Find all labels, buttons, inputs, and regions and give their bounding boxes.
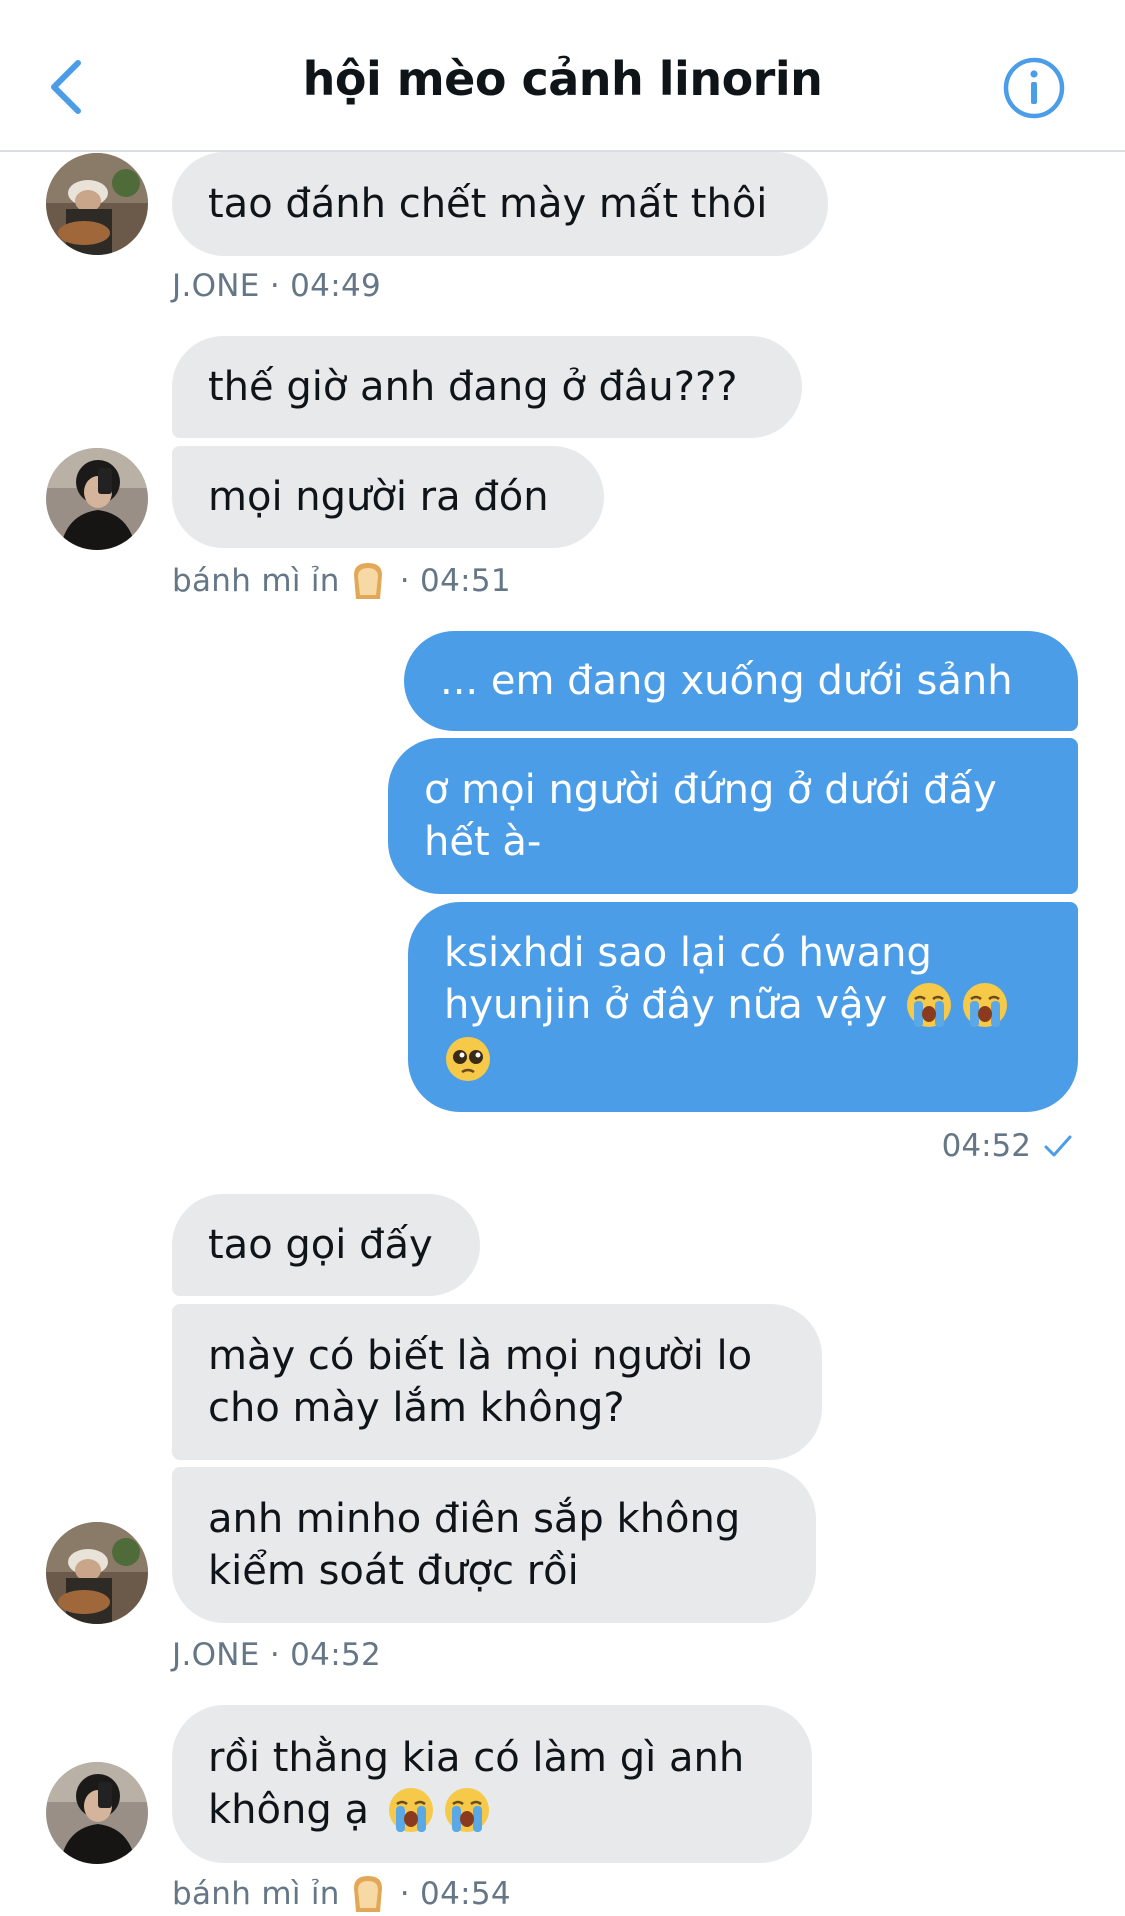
message-bubble-incoming[interactable]: anh minho điên sắp không kiểm soát được … <box>172 1467 816 1623</box>
conversation-title: hội mèo cảnh linorin <box>302 52 823 106</box>
message-text-line: không ạ <box>208 1784 744 1836</box>
message-bubble-incoming[interactable]: rồi thằng kia có làm gì anh không ạ <box>172 1705 812 1863</box>
message-text: thế giờ anh đang ở đâu??? <box>208 364 738 410</box>
loudly-crying-face-emoji <box>907 983 952 1027</box>
info-icon <box>1003 57 1065 119</box>
message-time: · 04:49 <box>269 268 381 304</box>
message-text: mày có biết là mọi người lo cho mày lắm … <box>208 1333 753 1431</box>
message-text: mọi người ra đón <box>208 474 549 520</box>
avatar-jone[interactable] <box>46 1522 148 1624</box>
message-time: · 04:54 <box>399 1876 511 1912</box>
message-time: · 04:52 <box>269 1637 381 1673</box>
message-text: tao gọi đấy <box>208 1222 433 1268</box>
message-meta: J.ONE · 04:52 <box>172 1637 381 1673</box>
sender-name[interactable]: bánh mì ỉn <box>172 1876 340 1912</box>
message-meta-outgoing: 04:52 <box>942 1128 1073 1164</box>
pleading-face-emoji <box>446 1037 490 1081</box>
message-text: ơ mọi người đứng ở dưới đấy hết à- <box>424 767 997 865</box>
avatar-banh-mi-in[interactable] <box>46 448 148 550</box>
avatar-banh-mi-in[interactable] <box>46 1762 148 1864</box>
message-meta: bánh mì ỉn · 04:51 <box>172 561 511 601</box>
message-text-line <box>444 1031 1013 1087</box>
message-text-line: hyunjin ở đây nữa vậy <box>444 979 1013 1031</box>
message-text: ... em đang xuống dưới sảnh <box>440 658 1013 704</box>
message-text: ksixhdi sao lại có hwang hyunjin ở đây n… <box>444 927 1013 1087</box>
info-button[interactable] <box>1000 54 1068 122</box>
message-meta: J.ONE · 04:49 <box>172 268 381 304</box>
message-text: rồi thằng kia có làm gì anh không ạ <box>208 1732 744 1836</box>
sender-name[interactable]: J.ONE <box>172 268 260 304</box>
checkmark-icon <box>1044 1135 1072 1157</box>
loudly-crying-face-emoji <box>388 1788 433 1832</box>
loudly-crying-face-emoji <box>963 983 1008 1027</box>
sender-name[interactable]: bánh mì ỉn <box>172 563 340 599</box>
message-bubble-incoming[interactable]: thế giờ anh đang ở đâu??? <box>172 336 802 438</box>
message-meta: bánh mì ỉn · 04:54 <box>172 1874 511 1914</box>
sender-name[interactable]: J.ONE <box>172 1637 260 1673</box>
avatar-jone[interactable] <box>46 153 148 255</box>
message-bubble-incoming[interactable]: tao gọi đấy <box>172 1194 480 1296</box>
bread-emoji <box>353 1876 382 1912</box>
message-bubble-outgoing[interactable]: ksixhdi sao lại có hwang hyunjin ở đây n… <box>408 902 1078 1112</box>
message-text-line: ksixhdi sao lại có hwang <box>444 930 932 976</box>
message-time: · 04:51 <box>399 563 511 599</box>
message-bubble-incoming[interactable]: tao đánh chết mày mất thôi <box>172 152 828 256</box>
message-time: 04:52 <box>941 1128 1031 1164</box>
message-bubble-outgoing[interactable]: ơ mọi người đứng ở dưới đấy hết à- <box>388 738 1078 894</box>
message-bubble-incoming[interactable]: mày có biết là mọi người lo cho mày lắm … <box>172 1304 822 1460</box>
message-text-line: rồi thằng kia có làm gì anh <box>208 1735 745 1781</box>
loudly-crying-face-emoji <box>444 1788 489 1832</box>
message-text-segment: không ạ <box>208 1787 369 1833</box>
message-text-segment: hyunjin ở đây nữa vậy <box>444 982 888 1028</box>
message-text: anh minho điên sắp không kiểm soát được … <box>208 1496 741 1594</box>
message-bubble-incoming[interactable]: mọi người ra đón <box>172 446 604 548</box>
conversation-header: hội mèo cảnh linorin <box>0 0 1125 152</box>
message-bubble-outgoing[interactable]: ... em đang xuống dưới sảnh <box>404 631 1078 731</box>
message-text: tao đánh chết mày mất thôi <box>208 181 768 227</box>
bread-emoji <box>353 563 382 599</box>
